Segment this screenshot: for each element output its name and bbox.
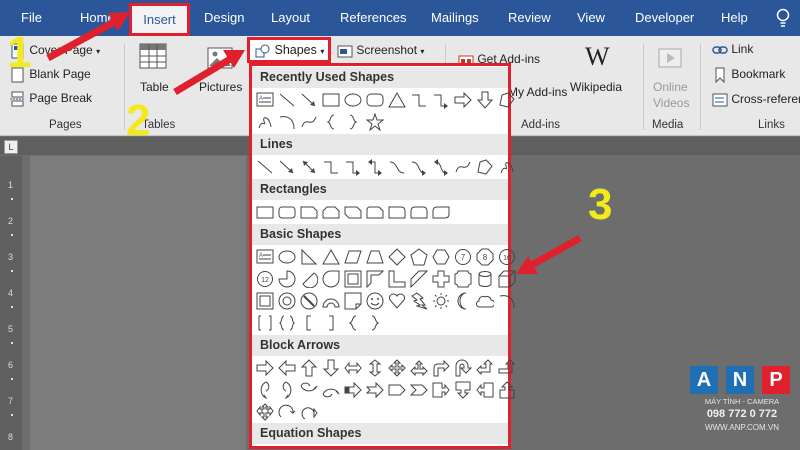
arrow-to-basic-shapes	[516, 234, 582, 274]
logo-letter-p: P	[762, 366, 790, 394]
step-number-1: 1	[7, 28, 32, 77]
logo-letter-a: A	[690, 366, 718, 394]
anp-logo: A N P MÁY TÍNH - CAMERA 098 772 0 772 WW…	[688, 366, 796, 438]
arrow-to-shapes-button	[173, 50, 245, 96]
step-number-2: 2	[126, 96, 151, 145]
logo-phone: 098 772 0 772	[706, 408, 778, 420]
logo-letter-n: N	[726, 366, 754, 394]
arrow-to-insert-tab	[46, 12, 130, 62]
step-number-3: 3	[588, 180, 613, 229]
annotation-arrows	[46, 12, 582, 274]
logo-url: WWW.ANP.COM.VN	[704, 423, 780, 432]
logo-tagline: MÁY TÍNH - CAMERA	[704, 397, 780, 406]
